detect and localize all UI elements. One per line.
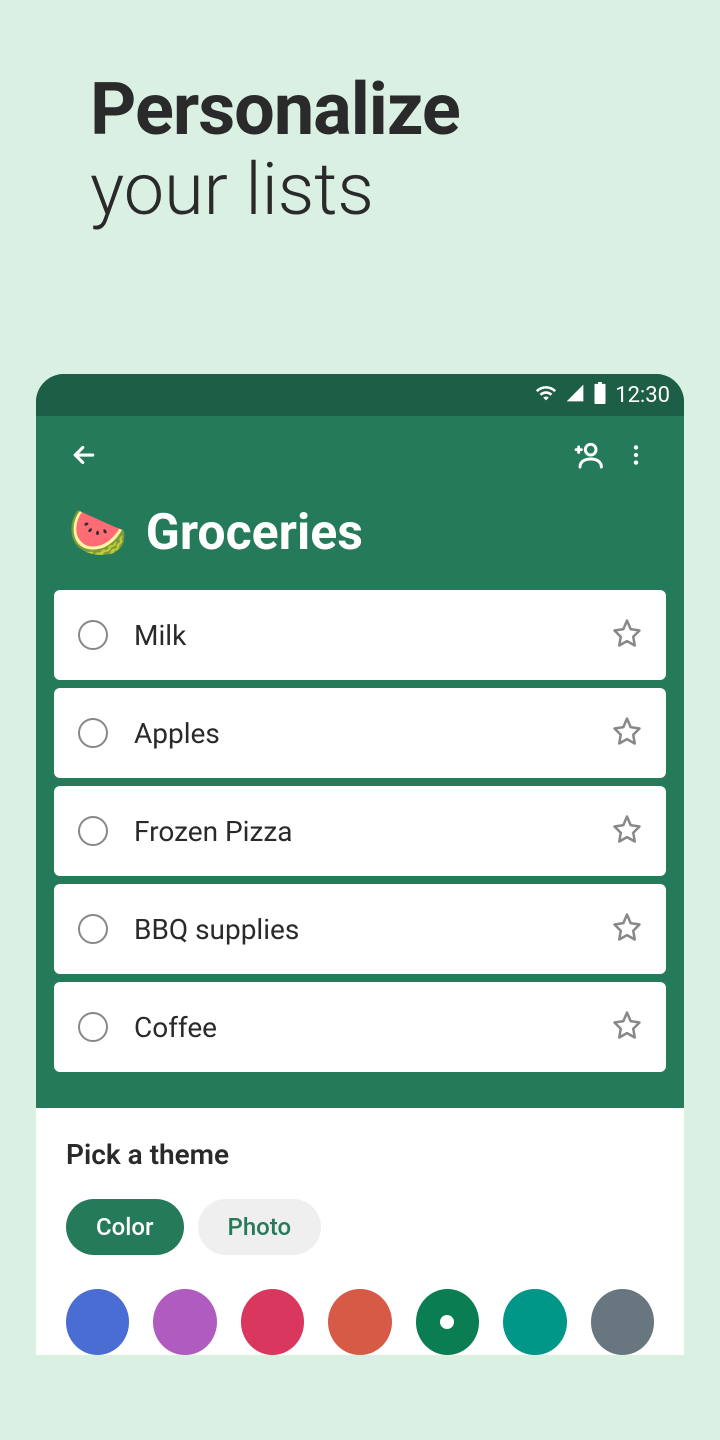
color-swatch[interactable] xyxy=(328,1289,391,1355)
color-swatch-row xyxy=(66,1289,654,1355)
phone-frame: 12:30 🍉 Groceries Milk Apples xyxy=(36,374,684,1355)
clock-text: 12:30 xyxy=(615,383,670,408)
color-swatch[interactable] xyxy=(241,1289,304,1355)
wifi-icon xyxy=(535,382,557,408)
star-icon xyxy=(612,814,642,844)
hero-heading: Personalize your lists xyxy=(0,0,720,232)
task-row[interactable]: Frozen Pizza xyxy=(54,786,666,876)
checkbox-circle-icon[interactable] xyxy=(78,816,108,846)
star-button[interactable] xyxy=(612,618,642,652)
overflow-menu-button[interactable] xyxy=(612,431,660,479)
task-label: Coffee xyxy=(134,1011,586,1044)
star-icon xyxy=(612,716,642,746)
task-row[interactable]: Apples xyxy=(54,688,666,778)
theme-tabs: Color Photo xyxy=(66,1199,654,1255)
cellular-icon xyxy=(565,383,585,407)
checkbox-circle-icon[interactable] xyxy=(78,914,108,944)
task-row[interactable]: BBQ supplies xyxy=(54,884,666,974)
star-button[interactable] xyxy=(612,716,642,750)
color-swatch[interactable] xyxy=(153,1289,216,1355)
task-row[interactable]: Milk xyxy=(54,590,666,680)
color-swatch[interactable] xyxy=(66,1289,129,1355)
star-icon xyxy=(612,1010,642,1040)
task-row[interactable]: Coffee xyxy=(54,982,666,1072)
color-swatch[interactable] xyxy=(591,1289,654,1355)
task-label: BBQ supplies xyxy=(134,913,586,946)
theme-picker-title: Pick a theme xyxy=(66,1138,654,1171)
tab-photo[interactable]: Photo xyxy=(198,1199,322,1255)
color-swatch[interactable] xyxy=(416,1289,479,1355)
task-label: Apples xyxy=(134,717,586,750)
checkbox-circle-icon[interactable] xyxy=(78,620,108,650)
app-bar xyxy=(36,416,684,494)
color-swatch[interactable] xyxy=(503,1289,566,1355)
checkbox-circle-icon[interactable] xyxy=(78,1012,108,1042)
task-label: Milk xyxy=(134,619,586,652)
star-button[interactable] xyxy=(612,912,642,946)
person-add-icon xyxy=(572,439,604,471)
hero-line-1: Personalize xyxy=(90,70,720,149)
task-label: Frozen Pizza xyxy=(134,815,586,848)
add-person-button[interactable] xyxy=(564,431,612,479)
more-vertical-icon xyxy=(623,442,649,468)
theme-picker-sheet: Pick a theme Color Photo xyxy=(36,1108,684,1355)
arrow-left-icon xyxy=(69,440,99,470)
battery-icon xyxy=(593,382,607,408)
list-title: Groceries xyxy=(146,504,363,562)
star-button[interactable] xyxy=(612,814,642,848)
hero-line-2: your lists xyxy=(90,149,720,232)
tab-color[interactable]: Color xyxy=(66,1199,184,1255)
checkbox-circle-icon[interactable] xyxy=(78,718,108,748)
back-button[interactable] xyxy=(60,431,108,479)
star-icon xyxy=(612,618,642,648)
list-header: 🍉 Groceries xyxy=(36,494,684,590)
list-emoji: 🍉 xyxy=(68,509,128,557)
task-list: Milk Apples Frozen Pizza BBQ supplies xyxy=(36,590,684,1108)
status-bar: 12:30 xyxy=(36,374,684,416)
star-button[interactable] xyxy=(612,1010,642,1044)
star-icon xyxy=(612,912,642,942)
